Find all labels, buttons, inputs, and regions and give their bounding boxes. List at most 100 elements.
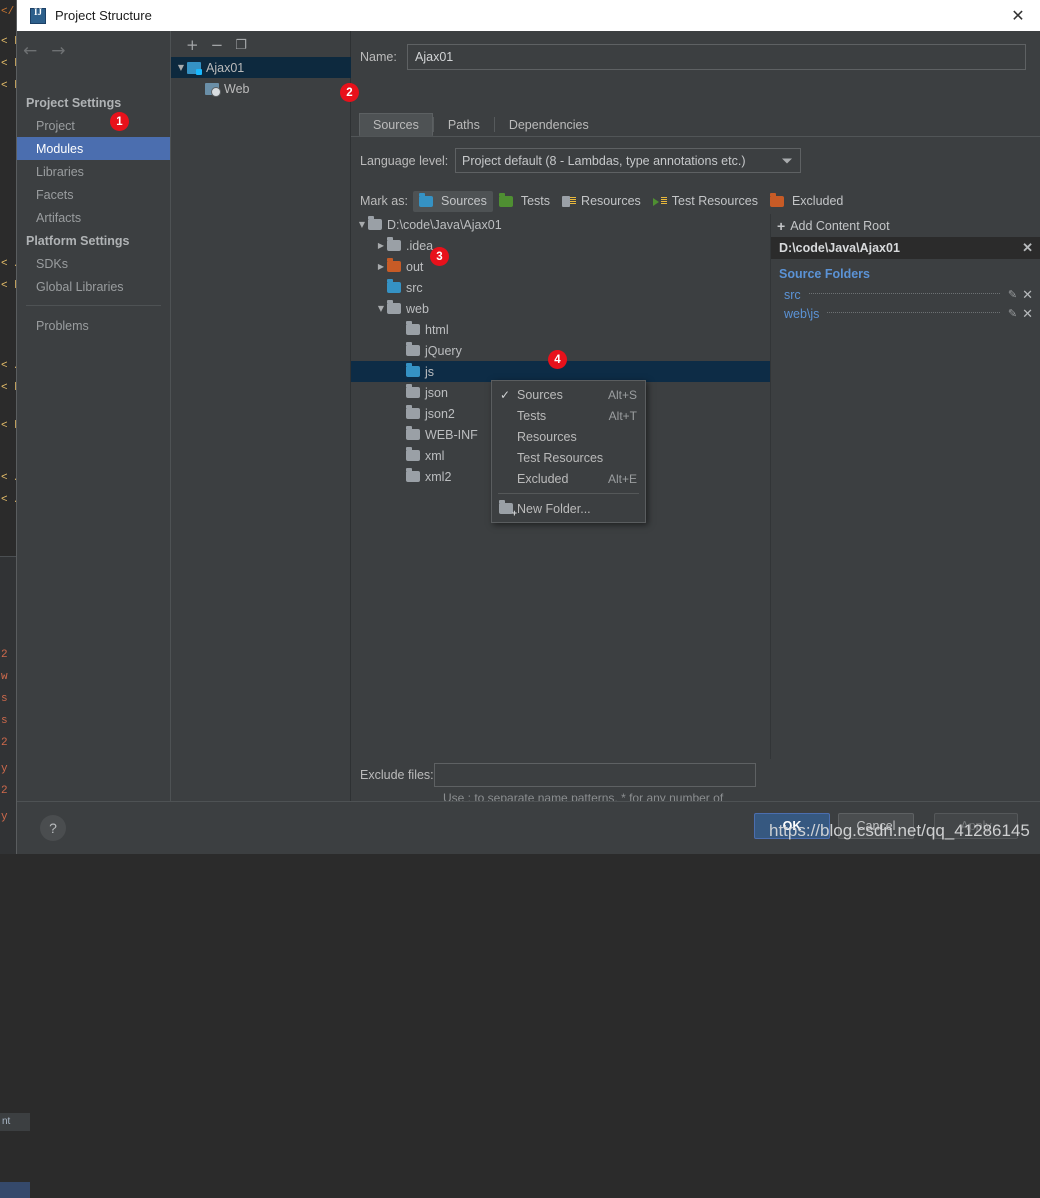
- mark-as-sources-label: Sources: [441, 194, 487, 208]
- mark-as-test-resources-button[interactable]: Test Resources: [647, 191, 764, 212]
- module-label: Ajax01: [206, 60, 245, 75]
- tab-sources[interactable]: Sources: [359, 113, 433, 136]
- context-menu-item-resources[interactable]: Resources: [492, 426, 645, 447]
- dotted-leader: [808, 293, 1000, 294]
- edit-pencil-icon[interactable]: ✎: [1008, 307, 1017, 320]
- apply-button[interactable]: Apply: [934, 813, 1018, 839]
- back-arrow-icon[interactable]: ←: [23, 42, 37, 60]
- tree-row-idea[interactable]: ▶ .idea: [351, 235, 771, 256]
- modules-toolbar: + − ❐: [171, 31, 351, 59]
- remove-content-root-icon[interactable]: ✕: [1022, 240, 1033, 256]
- module-name-input[interactable]: [407, 44, 1026, 70]
- chevron-right-icon[interactable]: ▶: [375, 241, 387, 250]
- tab-dependencies-label: Dependencies: [508, 117, 589, 132]
- sidebar-item-modules[interactable]: Modules: [17, 137, 170, 160]
- sidebar-item-libraries[interactable]: Libraries: [17, 160, 170, 183]
- sidebar-item-global-libraries[interactable]: Global Libraries: [17, 275, 170, 298]
- remove-source-folder-icon[interactable]: ✕: [1022, 287, 1033, 303]
- grey-folder-icon: [406, 321, 420, 335]
- source-folder-label: web\js: [784, 306, 820, 321]
- mark-as-resources-label: Resources: [581, 194, 641, 208]
- content-root-panel: + Add Content Root D:\code\Java\Ajax01 ✕…: [771, 214, 1040, 759]
- sidebar-item-problems[interactable]: Problems: [17, 314, 170, 337]
- plus-icon: +: [777, 217, 786, 234]
- module-item-ajax01[interactable]: ▼ Ajax01: [171, 57, 351, 78]
- module-name-row: Name:: [351, 44, 1040, 70]
- settings-sidebar: ← → Project Settings Project Modules Lib…: [17, 31, 170, 801]
- remove-source-folder-icon[interactable]: ✕: [1022, 306, 1033, 322]
- exclude-files-area: Exclude files: Use ; to separate name pa…: [351, 759, 771, 820]
- tree-row-label: web: [406, 301, 429, 316]
- tab-paths[interactable]: Paths: [434, 113, 494, 136]
- mark-as-row: Mark as: Sources Tests Resources Test Re…: [351, 190, 1040, 212]
- context-menu-item-label: Resources: [517, 429, 577, 444]
- mark-as-tests-button[interactable]: Tests: [493, 191, 556, 212]
- source-folder-row-webjs[interactable]: web\js ✎ ✕: [771, 304, 1040, 323]
- module-item-web[interactable]: Web: [171, 78, 351, 99]
- exclude-files-input[interactable]: [434, 763, 756, 787]
- tree-row-out[interactable]: ▶ out: [351, 256, 771, 277]
- add-module-icon[interactable]: +: [186, 37, 199, 53]
- chevron-right-icon[interactable]: ▶: [375, 262, 387, 271]
- grey-folder-icon: [387, 237, 401, 251]
- tree-row-label: js: [425, 364, 435, 379]
- background-tab-strip: nt: [0, 1113, 30, 1131]
- source-folder-row-src[interactable]: src ✎ ✕: [771, 285, 1040, 304]
- ok-button[interactable]: OK: [754, 813, 830, 839]
- help-button[interactable]: ?: [40, 815, 66, 841]
- remove-module-icon[interactable]: −: [211, 37, 224, 53]
- content-file-tree: ▼ D:\code\Java\Ajax01 ▶ .idea ▶ out src: [351, 214, 771, 759]
- context-menu-item-new-folder[interactable]: New Folder...: [492, 498, 645, 519]
- background-selected-row: [0, 1182, 30, 1198]
- edit-pencil-icon[interactable]: ✎: [1008, 288, 1017, 301]
- forward-arrow-icon[interactable]: →: [51, 42, 65, 60]
- copy-module-icon[interactable]: ❐: [235, 39, 247, 52]
- add-content-root-button[interactable]: + Add Content Root: [771, 214, 1040, 237]
- chevron-down-icon[interactable]: ▼: [175, 63, 187, 72]
- context-menu-item-label: Test Resources: [517, 450, 604, 465]
- sidebar-item-project[interactable]: Project: [17, 114, 170, 137]
- context-menu-item-tests[interactable]: Tests Alt+T: [492, 405, 645, 426]
- tree-row-html[interactable]: html: [351, 319, 771, 340]
- add-content-root-label: Add Content Root: [790, 218, 890, 233]
- new-folder-icon: [499, 500, 517, 518]
- chevron-down-icon[interactable]: ▼: [375, 304, 387, 313]
- chevron-down-icon[interactable]: ▼: [356, 220, 368, 229]
- dialog-content: ← → Project Settings Project Modules Lib…: [17, 31, 1040, 820]
- tree-row-content-root[interactable]: ▼ D:\code\Java\Ajax01: [351, 214, 771, 235]
- dialog-footer: ? OK Cancel Apply: [17, 801, 1040, 854]
- context-menu-item-accel: Alt+E: [607, 471, 637, 486]
- tree-row-label: jQuery: [425, 343, 462, 358]
- context-menu-item-sources[interactable]: ✓ Sources Alt+S: [492, 384, 645, 405]
- mark-as-excluded-button[interactable]: Excluded: [764, 191, 849, 212]
- tree-row-src[interactable]: src: [351, 277, 771, 298]
- tree-row-label: src: [406, 280, 423, 295]
- sidebar-item-artifacts[interactable]: Artifacts: [17, 206, 170, 229]
- sidebar-item-facets[interactable]: Facets: [17, 183, 170, 206]
- content-root-path: D:\code\Java\Ajax01: [779, 241, 900, 255]
- context-menu-item-label: Sources: [517, 387, 563, 402]
- tree-row-web[interactable]: ▼ web: [351, 298, 771, 319]
- sidebar-group-project-settings: Project Settings: [26, 95, 122, 110]
- annotation-badge-3: 3: [430, 247, 449, 266]
- tree-row-label: xml2: [425, 469, 452, 484]
- tree-row-label: .idea: [406, 238, 434, 253]
- language-level-select[interactable]: Project default (8 - Lambdas, type annot…: [455, 148, 801, 173]
- context-menu-item-excluded[interactable]: Excluded Alt+E: [492, 468, 645, 489]
- module-editor-panel: Name: Sources Paths Dependencies: [351, 31, 1040, 820]
- blue-folder-icon: [406, 363, 420, 377]
- orange-folder-icon: [387, 258, 401, 272]
- close-icon[interactable]: ✕: [995, 0, 1040, 31]
- chevron-down-icon[interactable]: [782, 158, 792, 163]
- cancel-button[interactable]: Cancel: [838, 813, 914, 839]
- grey-folder-icon: [387, 300, 401, 314]
- web-facet-icon: [205, 82, 221, 97]
- language-level-row: Language level: Project default (8 - Lam…: [351, 148, 1040, 173]
- tab-dependencies[interactable]: Dependencies: [495, 113, 603, 136]
- mark-as-resources-button[interactable]: Resources: [556, 191, 647, 212]
- sidebar-item-sdks[interactable]: SDKs: [17, 252, 170, 275]
- context-menu-item-test-resources[interactable]: Test Resources: [492, 447, 645, 468]
- mark-as-sources-button[interactable]: Sources: [413, 190, 493, 212]
- tab-paths-label: Paths: [447, 117, 480, 132]
- mark-as-tests-label: Tests: [520, 194, 551, 208]
